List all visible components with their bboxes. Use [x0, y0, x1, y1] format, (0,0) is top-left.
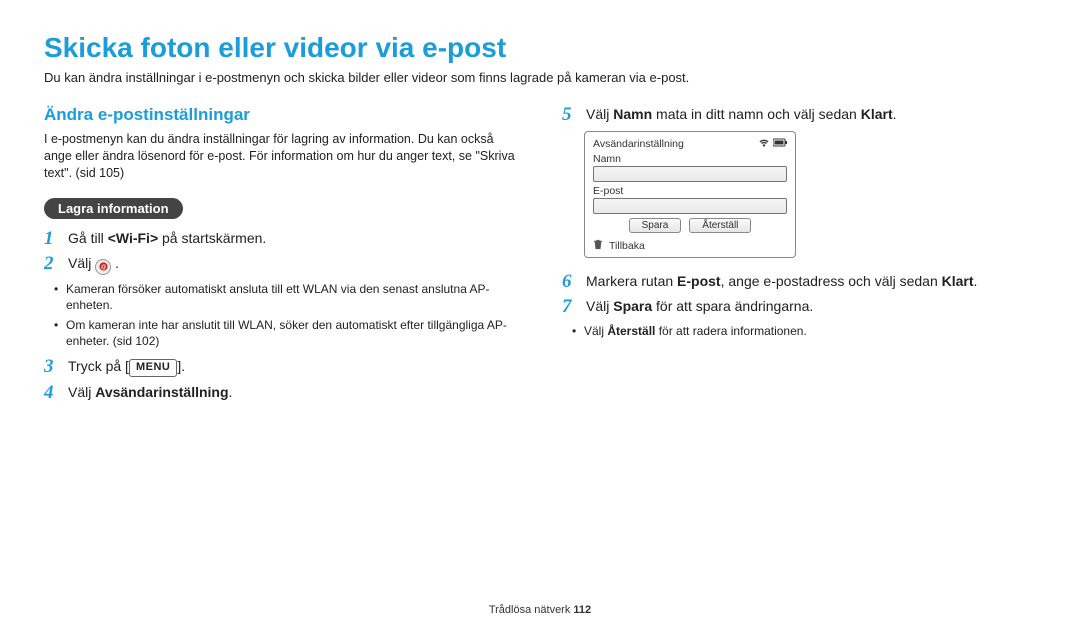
save-button[interactable]: Spara — [629, 218, 682, 233]
text-bold: Namn — [613, 106, 652, 122]
text-bold: Spara — [613, 298, 652, 314]
step-number: 5 — [562, 105, 576, 124]
menu-key: MENU — [129, 359, 177, 376]
svg-text:@: @ — [101, 265, 106, 271]
step-7-bullets: Välj Återställ för att radera informatio… — [562, 323, 1036, 339]
footer-text: Trådlösa nätverk — [489, 604, 574, 616]
battery-icon — [773, 138, 787, 150]
text: på startskärmen. — [158, 230, 266, 246]
step-number: 7 — [562, 297, 576, 316]
step-number: 4 — [44, 383, 58, 402]
text: Välj — [68, 255, 95, 271]
text-bold: Återställ — [607, 324, 655, 338]
step-2: 2 Välj @ . — [44, 254, 518, 275]
step-1: 1 Gå till <Wi-Fi> på startskärmen. — [44, 229, 518, 249]
left-column: Ändra e-postinställningar I e-postmenyn … — [44, 105, 518, 409]
text: Gå till — [68, 230, 108, 246]
email-at-icon: @ — [95, 259, 111, 275]
step-number: 2 — [44, 254, 58, 273]
bullet: Välj Återställ för att radera informatio… — [584, 323, 1036, 339]
text: . — [229, 384, 233, 400]
text: för att spara ändringarna. — [652, 298, 813, 314]
epost-input[interactable] — [593, 198, 787, 214]
text-bold: Klart — [942, 273, 974, 289]
text: . — [974, 273, 978, 289]
bullet: Om kameran inte har anslutit till WLAN, … — [66, 317, 518, 349]
camera-settings-panel: Avsändarinställning Namn E-post Sp — [584, 131, 796, 258]
step-number: 1 — [44, 229, 58, 248]
step-3: 3 Tryck på [MENU]. — [44, 357, 518, 377]
text: , ange e-postadress och välj sedan — [721, 273, 942, 289]
page-footer: Trådlösa nätverk 112 — [0, 604, 1080, 616]
step-number: 6 — [562, 272, 576, 291]
text: . — [893, 106, 897, 122]
text: Välj — [586, 298, 613, 314]
step-5: 5 Välj Namn mata in ditt namn och välj s… — [562, 105, 1036, 125]
text: mata in ditt namn och välj sedan — [652, 106, 861, 122]
epost-label: E-post — [593, 185, 787, 197]
step-6: 6 Markera rutan E-post, ange e-postadres… — [562, 272, 1036, 292]
text: Välj — [584, 324, 607, 338]
text-bold: Avsändarinställning — [95, 384, 228, 400]
text: för att radera informationen. — [655, 324, 806, 338]
text: . — [115, 255, 119, 271]
reset-button[interactable]: Återställ — [689, 218, 751, 233]
back-label[interactable]: Tillbaka — [609, 240, 645, 252]
text-bold: <Wi-Fi> — [108, 230, 158, 246]
namn-label: Namn — [593, 153, 787, 165]
text: Markera rutan — [586, 273, 677, 289]
panel-title: Avsändarinställning — [593, 138, 684, 150]
step-2-bullets: Kameran försöker automatiskt ansluta til… — [44, 281, 518, 350]
trash-icon[interactable] — [593, 239, 603, 253]
page-number: 112 — [573, 604, 591, 616]
text-bold: E-post — [677, 273, 721, 289]
namn-input[interactable] — [593, 166, 787, 182]
page-title: Skicka foton eller videor via e-post — [44, 32, 1036, 64]
step-4: 4 Välj Avsändarinställning. — [44, 383, 518, 403]
bullet: Kameran försöker automatiskt ansluta til… — [66, 281, 518, 313]
text: Välj — [586, 106, 613, 122]
wifi-icon — [758, 138, 770, 150]
text-bold: Klart — [861, 106, 893, 122]
right-column: 5 Välj Namn mata in ditt namn och välj s… — [562, 105, 1036, 409]
step-7: 7 Välj Spara för att spara ändringarna. — [562, 297, 1036, 317]
badge-lagra-information: Lagra information — [44, 198, 183, 219]
step-number: 3 — [44, 357, 58, 376]
section-heading: Ändra e-postinställningar — [44, 105, 518, 125]
intro-text: Du kan ändra inställningar i e-postmenyn… — [44, 70, 1036, 85]
text: Välj — [68, 384, 95, 400]
section-text: I e-postmenyn kan du ändra inställningar… — [44, 131, 518, 182]
text: ]. — [177, 358, 185, 374]
text: Tryck på [ — [68, 358, 129, 374]
